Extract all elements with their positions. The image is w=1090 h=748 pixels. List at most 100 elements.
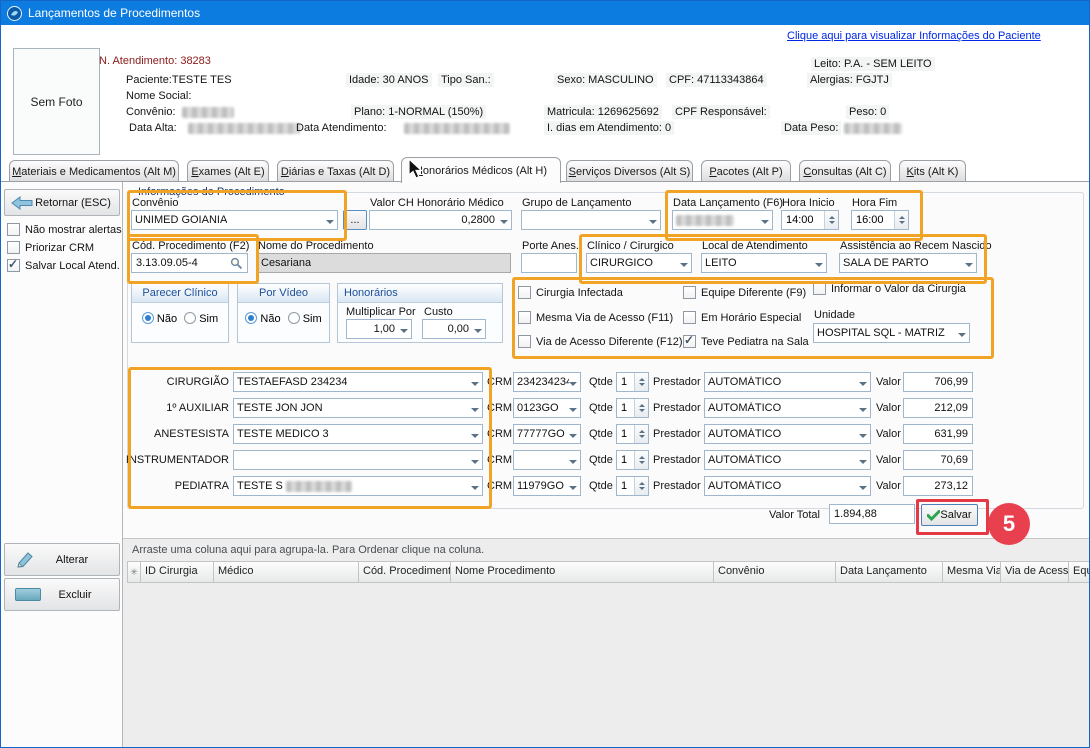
data-lancamento-combo[interactable]	[672, 210, 773, 230]
equipe-diferente-checkbox[interactable]	[683, 286, 696, 299]
video-sim-radio[interactable]	[288, 312, 300, 324]
anestesista-name-combo[interactable]: TESTE MEDICO 3	[233, 424, 483, 444]
peso-info: Peso: 0	[846, 105, 889, 119]
grid-column-equipe[interactable]: Equipe	[1069, 561, 1090, 583]
salvar-local-atend-checkbox[interactable]	[7, 259, 20, 272]
porte-anes-field[interactable]	[521, 253, 577, 273]
qtde-label: Qtde	[589, 428, 613, 440]
parecer-sim-radio[interactable]	[184, 312, 196, 324]
cod-procedimento-field[interactable]: 3.13.09.05-4	[131, 253, 248, 273]
tab-exames[interactable]: Exames (Alt E)	[187, 160, 269, 182]
tab-consultas[interactable]: Consultas (Alt C)	[799, 160, 891, 182]
grid-column-convenio[interactable]: Convênio	[714, 561, 836, 583]
cirurgiao-prestador-combo[interactable]: AUTOMÁTICO	[704, 372, 871, 392]
tab-diarias[interactable]: Diárias e Taxas (Alt D)	[277, 160, 394, 182]
qtde-label: Qtde	[589, 480, 613, 492]
search-icon[interactable]	[230, 257, 243, 270]
chevron-down-icon	[859, 460, 867, 468]
pediatra-crm-combo[interactable]: 11979GO	[513, 476, 581, 496]
grid-column-id-cirurgia[interactable]: ID Cirurgia	[141, 561, 214, 583]
custo-combo[interactable]: 0,00	[422, 319, 486, 339]
anestesista-valor-field[interactable]: 631,99	[903, 424, 973, 444]
grid-column-nome-procedimento[interactable]: Nome Procedimento	[451, 561, 714, 583]
multiplicar-por-combo[interactable]: 1,00	[346, 319, 412, 339]
instrumentador-name-combo[interactable]	[233, 450, 483, 470]
spinner-arrows-icon[interactable]	[634, 477, 648, 495]
anestesista-crm-combo[interactable]: 77777GO	[513, 424, 581, 444]
mesma-via-checkbox[interactable]	[518, 311, 531, 324]
grupo-lancamento-combo[interactable]	[521, 210, 661, 230]
tab-honorarios[interactable]: Honorários Médicos (Alt H)	[401, 157, 561, 183]
prestador-label: Prestador	[653, 376, 701, 388]
convenio-combo[interactable]: UNIMED GOIANIA	[131, 210, 338, 230]
priorizar-crm-checkbox[interactable]	[7, 241, 20, 254]
spinner-arrows-icon[interactable]	[634, 451, 648, 469]
grid-column-data-lancamento[interactable]: Data Lançamento	[836, 561, 943, 583]
patient-header: Sem Foto N. Atendimento: 38283 Leito: P.…	[1, 45, 1090, 157]
excluir-button[interactable]: Excluir	[4, 578, 120, 611]
role-label-pediatra: PEDIATRA	[121, 480, 229, 492]
auxiliar-valor-field[interactable]: 212,09	[903, 398, 973, 418]
spinner-arrows-icon[interactable]	[894, 211, 908, 229]
convenio-more-button[interactable]: ...	[343, 210, 367, 230]
valor-ch-combo[interactable]: 0,2800	[369, 210, 512, 230]
prestador-label: Prestador	[653, 480, 701, 492]
grid-column-cod-procedimento[interactable]: Cód. Procedimento	[359, 561, 451, 583]
convenio-label: Convênio:	[126, 106, 176, 118]
instrumentador-prestador-combo[interactable]: AUTOMÁTICO	[704, 450, 871, 470]
tab-pacotes[interactable]: Pacotes (Alt P)	[701, 160, 791, 182]
anestesista-qtde-spinner[interactable]: 1	[616, 424, 649, 444]
cirurgiao-crm-combo[interactable]: 2342342340	[513, 372, 581, 392]
spinner-arrows-icon[interactable]	[824, 211, 838, 229]
pediatra-prestador-combo[interactable]: AUTOMÁTICO	[704, 476, 871, 496]
patient-info-link[interactable]: Clique aqui para visualizar Informações …	[787, 30, 1041, 42]
grid-header-row: ✳ ID Cirurgia Médico Cód. Procedimento N…	[127, 561, 1090, 583]
tab-kits[interactable]: Kits (Alt K)	[899, 160, 966, 182]
tab-materiais[interactable]: Materiais e Medicamentos (Alt M)	[9, 160, 179, 182]
clinico-cirurgico-label: Clínico / Cirurgico	[587, 240, 674, 252]
grid-column-via-acesso[interactable]: Via de Acesso	[1001, 561, 1069, 583]
nao-mostrar-alertas-checkbox[interactable]	[7, 223, 20, 236]
alterar-button[interactable]: Alterar	[4, 543, 120, 576]
via-diferente-checkbox[interactable]	[518, 335, 531, 348]
dias-atendimento-info: I. dias em Atendimento: 0	[544, 121, 674, 135]
parecer-nao-radio[interactable]	[142, 312, 154, 324]
clinico-cirurgico-combo[interactable]: CIRURGICO	[586, 253, 692, 273]
auxiliar-crm-combo[interactable]: 0123GO	[513, 398, 581, 418]
salvar-button[interactable]: Salvar	[921, 504, 978, 526]
spinner-arrows-icon[interactable]	[634, 425, 648, 443]
retornar-button[interactable]: Retornar (ESC)	[4, 189, 120, 216]
paciente-info: Paciente:TESTE TES	[126, 74, 232, 86]
auxiliar-prestador-combo[interactable]: AUTOMÁTICO	[704, 398, 871, 418]
salvar-local-atend-label: Salvar Local Atend.	[25, 260, 120, 272]
pediatra-valor-field[interactable]: 273,12	[903, 476, 973, 496]
local-atendimento-combo[interactable]: LEITO	[701, 253, 827, 273]
hora-fim-spinner[interactable]: 16:00	[851, 210, 909, 230]
pediatra-qtde-spinner[interactable]: 1	[616, 476, 649, 496]
horario-especial-checkbox[interactable]	[683, 311, 696, 324]
local-atendimento-label: Local de Atendimento	[702, 240, 808, 252]
cirurgiao-name-combo[interactable]: TESTAEFASD 234234	[233, 372, 483, 392]
pediatra-name-combo[interactable]: TESTE S	[233, 476, 483, 496]
spinner-arrows-icon[interactable]	[634, 373, 648, 391]
spinner-arrows-icon[interactable]	[634, 399, 648, 417]
instrumentador-valor-field[interactable]: 70,69	[903, 450, 973, 470]
cirurgia-infectada-checkbox[interactable]	[518, 286, 531, 299]
video-nao-radio[interactable]	[245, 312, 257, 324]
tab-servicos[interactable]: Serviços Diversos (Alt S)	[566, 160, 693, 182]
auxiliar-name-combo[interactable]: TESTE JON JON	[233, 398, 483, 418]
auxiliar-qtde-spinner[interactable]: 1	[616, 398, 649, 418]
assistencia-combo[interactable]: SALA DE PARTO	[839, 253, 977, 273]
teve-pediatra-checkbox[interactable]	[683, 335, 696, 348]
grid-column-mesma-via[interactable]: Mesma Via de Acesso	[943, 561, 1001, 583]
instrumentador-crm-combo[interactable]	[513, 450, 581, 470]
eraser-icon	[15, 588, 41, 601]
grid-column-medico[interactable]: Médico	[214, 561, 359, 583]
unidade-combo[interactable]: HOSPITAL SQL - MATRIZ	[813, 323, 970, 343]
hora-inicio-spinner[interactable]: 14:00	[781, 210, 839, 230]
anestesista-prestador-combo[interactable]: AUTOMÁTICO	[704, 424, 871, 444]
informar-valor-checkbox[interactable]	[813, 282, 826, 295]
cirurgiao-qtde-spinner[interactable]: 1	[616, 372, 649, 392]
instrumentador-qtde-spinner[interactable]: 1	[616, 450, 649, 470]
cirurgiao-valor-field[interactable]: 706,99	[903, 372, 973, 392]
